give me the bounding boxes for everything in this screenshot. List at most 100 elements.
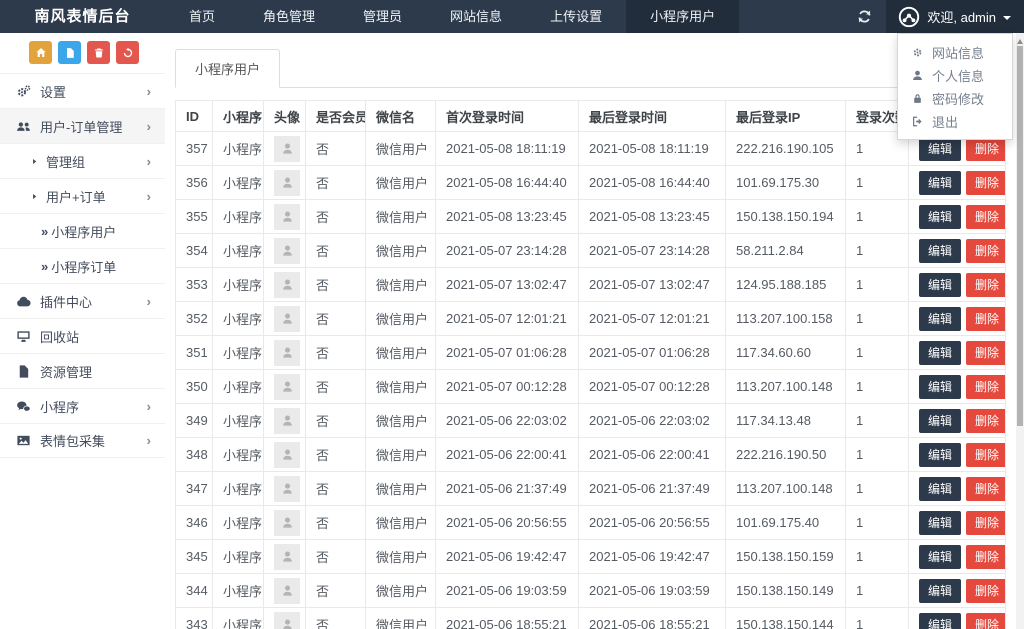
nav-item-2[interactable]: 管理员 — [339, 0, 426, 33]
row-actions: 编辑 删除 — [908, 267, 1006, 302]
row-login-count: 1 — [845, 403, 909, 438]
vertical-scrollbar[interactable] — [1016, 33, 1024, 629]
sidebar-item-5[interactable]: » 小程序订单 — [0, 248, 165, 283]
quick-button-file[interactable] — [58, 41, 81, 64]
delete-button[interactable]: 删除 — [966, 136, 1005, 161]
nav-item-1[interactable]: 角色管理 — [239, 0, 339, 33]
edit-button[interactable]: 编辑 — [919, 306, 962, 331]
file-icon — [16, 364, 31, 379]
row-avatar-cell — [263, 301, 306, 336]
delete-button[interactable]: 删除 — [966, 476, 1005, 501]
delete-button[interactable]: 删除 — [966, 340, 1005, 365]
row-actions: 编辑 删除 — [908, 607, 1006, 629]
row-last-login: 2021-05-08 16:44:40 — [578, 165, 726, 200]
edit-button[interactable]: 编辑 — [919, 170, 962, 195]
edit-button[interactable]: 编辑 — [919, 136, 962, 161]
tab-mini-program-users[interactable]: 小程序用户 — [175, 49, 281, 88]
scrollbar-thumb[interactable] — [1017, 46, 1023, 426]
user-menu-item-1[interactable]: 个人信息 — [898, 64, 1012, 87]
row-wechat-name: 微信用户 — [365, 301, 436, 336]
row-avatar-cell — [263, 199, 306, 234]
delete-button[interactable]: 删除 — [966, 408, 1005, 433]
edit-button[interactable]: 编辑 — [919, 238, 962, 263]
delete-button[interactable]: 删除 — [966, 306, 1005, 331]
sidebar-item-3[interactable]: 用户+订单 › — [0, 178, 165, 213]
sidebar-item-7[interactable]: 回收站 — [0, 318, 165, 353]
edit-button[interactable]: 编辑 — [919, 544, 962, 569]
delete-button[interactable]: 删除 — [966, 544, 1005, 569]
edit-button[interactable]: 编辑 — [919, 476, 962, 501]
delete-button[interactable]: 删除 — [966, 170, 1005, 195]
edit-button[interactable]: 编辑 — [919, 340, 962, 365]
quick-button-home[interactable] — [29, 41, 52, 64]
row-avatar-cell — [263, 165, 306, 200]
sidebar-item-8[interactable]: 资源管理 — [0, 353, 165, 388]
gear-icon — [911, 46, 924, 59]
user-menu-label: 个人信息 — [932, 69, 985, 84]
refresh-button[interactable] — [842, 0, 886, 33]
nav-item-5[interactable]: 小程序用户 — [626, 0, 740, 33]
sidebar: 设置 › 用户-订单管理 › 管理组 › 用户+订单 ›» 小程序用户» 小程序订单 插件中心 › 回收… — [0, 33, 165, 629]
edit-button[interactable]: 编辑 — [919, 374, 962, 399]
row-first-login: 2021-05-06 19:03:59 — [435, 573, 579, 608]
row-avatar-cell — [263, 505, 306, 540]
caret-down-icon — [1003, 16, 1011, 24]
quick-button-recycle[interactable] — [116, 41, 139, 64]
user-menu-item-3[interactable]: 退出 — [898, 110, 1012, 133]
sidebar-item-0[interactable]: 设置 › — [0, 73, 165, 108]
edit-button[interactable]: 编辑 — [919, 442, 962, 467]
column-header-0: ID — [175, 100, 213, 132]
table-row: 352 小程序否微信用户 2021-05-07 12:01:21 2021-05-07… — [175, 301, 1006, 336]
row-actions: 编辑 删除 — [908, 165, 1006, 200]
edit-button[interactable]: 编辑 — [919, 578, 962, 603]
sidebar-item-10[interactable]: 表情包采集 › — [0, 423, 165, 458]
navbar-right: 欢迎, admin — [842, 0, 1024, 33]
avatar-placeholder — [274, 169, 300, 196]
row-id: 348 — [175, 437, 213, 472]
quick-button-trash[interactable] — [87, 41, 110, 64]
user-menu-item-0[interactable]: 网站信息 — [898, 41, 1012, 64]
row-actions: 编辑 删除 — [908, 403, 1006, 438]
delete-button[interactable]: 删除 — [966, 612, 1005, 629]
user-menu-item-2[interactable]: 密码修改 — [898, 87, 1012, 110]
row-first-login: 2021-05-08 18:11:19 — [435, 131, 579, 166]
table-row: 343 小程序否微信用户 2021-05-06 18:55:21 2021-05-06… — [175, 607, 1006, 629]
row-app: 小程序 — [212, 369, 264, 404]
row-member: 否 — [305, 267, 366, 302]
scroll-up-arrow-icon[interactable] — [1017, 36, 1023, 44]
chevron-right-icon: › — [146, 398, 151, 414]
table-row: 344 小程序否微信用户 2021-05-06 19:03:59 2021-05-06… — [175, 573, 1006, 608]
edit-button[interactable]: 编辑 — [919, 272, 962, 297]
row-id: 351 — [175, 335, 213, 370]
row-last-ip: 150.138.150.194 — [725, 199, 846, 234]
delete-button[interactable]: 删除 — [966, 272, 1005, 297]
row-first-login: 2021-05-06 21:37:49 — [435, 471, 579, 506]
sidebar-item-6[interactable]: 插件中心 › — [0, 283, 165, 318]
row-login-count: 1 — [845, 607, 909, 629]
edit-button[interactable]: 编辑 — [919, 510, 962, 535]
row-wechat-name: 微信用户 — [365, 539, 436, 574]
sidebar-item-9[interactable]: 小程序 › — [0, 388, 165, 423]
avatar-placeholder — [274, 475, 300, 502]
row-member: 否 — [305, 335, 366, 370]
edit-button[interactable]: 编辑 — [919, 204, 962, 229]
nav-item-4[interactable]: 上传设置 — [526, 0, 626, 33]
delete-button[interactable]: 删除 — [966, 510, 1005, 535]
edit-button[interactable]: 编辑 — [919, 612, 962, 629]
nav-item-0[interactable]: 首页 — [165, 0, 239, 33]
delete-button[interactable]: 删除 — [966, 374, 1005, 399]
nav-item-3[interactable]: 网站信息 — [426, 0, 526, 33]
row-first-login: 2021-05-07 00:12:28 — [435, 369, 579, 404]
edit-button[interactable]: 编辑 — [919, 408, 962, 433]
user-menu-toggle[interactable]: 欢迎, admin — [886, 0, 1024, 33]
delete-button[interactable]: 删除 — [966, 442, 1005, 467]
row-last-ip: 150.138.150.144 — [725, 607, 846, 629]
sidebar-item-4[interactable]: » 小程序用户 — [0, 213, 165, 248]
delete-button[interactable]: 删除 — [966, 204, 1005, 229]
row-last-ip: 222.216.190.105 — [725, 131, 846, 166]
sidebar-item-2[interactable]: 管理组 › — [0, 143, 165, 178]
delete-button[interactable]: 删除 — [966, 238, 1005, 263]
sidebar-item-1[interactable]: 用户-订单管理 › — [0, 108, 165, 143]
delete-button[interactable]: 删除 — [966, 578, 1005, 603]
chevron-right-icon: › — [146, 433, 151, 448]
